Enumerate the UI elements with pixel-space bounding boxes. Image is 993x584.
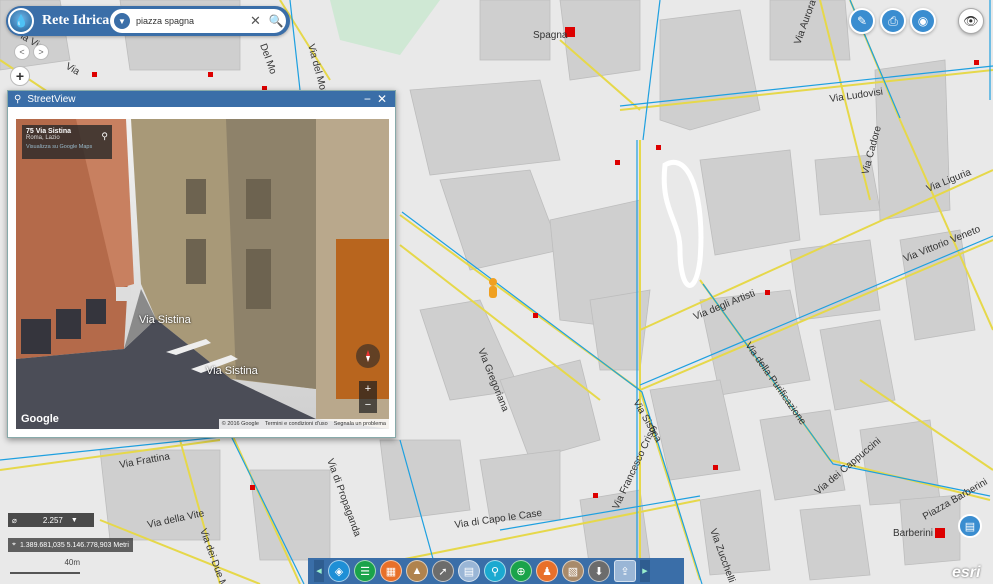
eye-icon: 👁 <box>963 14 979 28</box>
map-icon: ▧ <box>567 565 579 578</box>
esri-logo: esri <box>952 564 981 581</box>
compass-icon[interactable] <box>356 344 380 368</box>
metro-icon <box>935 528 945 538</box>
attribute-table-button[interactable]: ▤ <box>958 514 982 538</box>
list-icon: ☰ <box>360 565 370 578</box>
export-icon: ⇪ <box>620 565 630 578</box>
streetview-address: 75 Via Sistina <box>26 128 72 135</box>
back-arrow-icon[interactable]: < <box>14 44 30 60</box>
scalebar-label: 40m <box>64 558 80 567</box>
pegman-icon[interactable] <box>489 278 497 286</box>
chevron-down-icon: ▼ <box>70 516 78 524</box>
drop-logo-icon: 💧 <box>8 8 34 34</box>
street-label: Via Sistina <box>206 365 258 377</box>
streetview-header: ⚲ StreetView − ✕ <box>8 91 395 107</box>
streetview-footer: © 2016 Google Termini e condizioni d'uso… <box>218 419 389 429</box>
pegman-small-icon: ⚲ <box>14 93 22 105</box>
scale-selector[interactable]: ⌀ 2.257 ▼ <box>8 513 94 527</box>
location-card: 75 Via Sistina Roma, Lazio Visualizza su… <box>22 125 112 159</box>
scale-value: 2.257 <box>42 515 63 525</box>
search-input[interactable] <box>136 16 246 26</box>
pencil-icon: ✎ <box>856 14 868 28</box>
scale-bar: 40m <box>10 558 80 574</box>
visibility-filter-button[interactable]: ◉ <box>910 8 936 34</box>
print-map-button[interactable]: ▧ <box>562 560 584 582</box>
streetview-zoom-out[interactable]: − <box>359 397 377 413</box>
map-pin-icon[interactable]: ⚲ <box>101 131 108 142</box>
printer-icon: ⎙ <box>888 13 898 28</box>
layers-button[interactable]: ◈ <box>328 560 350 582</box>
magnifier-icon: ⚲ <box>490 565 500 578</box>
table-button[interactable]: ▤ <box>458 560 480 582</box>
print-button[interactable]: ⎙ <box>880 8 906 34</box>
grid-button[interactable]: ▦ <box>380 560 402 582</box>
report-link[interactable]: Segnala un problema <box>334 421 386 427</box>
download-icon: ⬇ <box>594 565 604 578</box>
measure-button[interactable]: ▲ <box>406 560 428 582</box>
table-icon: ▤ <box>463 565 475 578</box>
streetview-zoom-in[interactable]: + <box>359 381 377 397</box>
search-icon[interactable]: 🔍 <box>269 14 284 28</box>
streetview-title: StreetView <box>27 93 76 105</box>
coordinate-readout: ⌖ 1.389.681,035 5.146.778,903 Metri <box>8 538 133 552</box>
search-tool-button[interactable]: ⚲ <box>484 560 506 582</box>
view-toggle-button[interactable]: 👁 <box>958 8 984 34</box>
copyright-text: © 2016 Google <box>221 421 259 427</box>
download-button[interactable]: ⬇ <box>588 560 610 582</box>
identify-button[interactable]: ➚ <box>432 560 454 582</box>
edit-button[interactable]: ✎ <box>849 8 875 34</box>
google-maps-link[interactable]: Visualizza su Google Maps <box>26 144 108 150</box>
eye-slash-icon: ◉ <box>917 14 929 28</box>
label-spagna: Spagna <box>533 30 568 41</box>
zoom-search-button[interactable]: ⊕ <box>510 560 532 582</box>
toolbar-prev-icon[interactable]: ◀ <box>314 560 324 582</box>
app-header: 💧 Rete Idrica ▼ ✕ 🔍 <box>6 6 290 36</box>
close-icon[interactable]: ✕ <box>377 92 387 106</box>
google-logo: Google <box>21 413 59 425</box>
legend-button[interactable]: ☰ <box>354 560 376 582</box>
zoom-in-button[interactable]: + <box>10 66 30 86</box>
pegman-tool-icon: ♟ <box>542 565 552 578</box>
coordinates: 1.389.681,035 5.146.778,903 Metri <box>19 541 129 549</box>
grid-icon: ▦ <box>385 565 397 578</box>
paperclip-icon: ⌀ <box>12 515 17 525</box>
label-barberini: Barberini <box>893 528 933 539</box>
minimize-icon[interactable]: − <box>364 92 371 106</box>
layers-icon: ◈ <box>334 565 344 578</box>
clear-icon[interactable]: ✕ <box>250 13 261 29</box>
export-button[interactable]: ⇪ <box>614 560 636 582</box>
app-title: Rete Idrica <box>42 13 110 28</box>
bottom-toolbar: ◀ ◈ ☰ ▦ ▲ ➚ ▤ ⚲ ⊕ ♟ ▧ ⬇ ⇪ ▶ <box>308 558 684 584</box>
crosshair-icon: ⌖ <box>12 541 16 548</box>
toolbar-next-icon[interactable]: ▶ <box>640 560 650 582</box>
cursor-icon: ➚ <box>438 565 448 578</box>
ruler-icon: ▲ <box>411 565 423 577</box>
zoom-magnifier-icon: ⊕ <box>516 565 526 578</box>
streetview-button[interactable]: ♟ <box>536 560 558 582</box>
terms-link[interactable]: Termini e condizioni d'uso <box>265 421 328 427</box>
streetview-panel: ⚲ StreetView − ✕ 75 Via Sistina Roma, La… <box>7 90 396 438</box>
search-box: ▼ ✕ 🔍 <box>110 9 286 33</box>
table-list-icon: ▤ <box>964 520 976 533</box>
street-photo <box>16 119 389 429</box>
search-dropdown-icon[interactable]: ▼ <box>114 13 130 29</box>
forward-arrow-icon[interactable]: > <box>33 44 49 60</box>
street-label: Via Sistina <box>139 314 191 326</box>
streetview-image[interactable]: 75 Via Sistina Roma, Lazio Visualizza su… <box>16 119 389 429</box>
streetview-city: Roma, Lazio <box>26 135 60 141</box>
